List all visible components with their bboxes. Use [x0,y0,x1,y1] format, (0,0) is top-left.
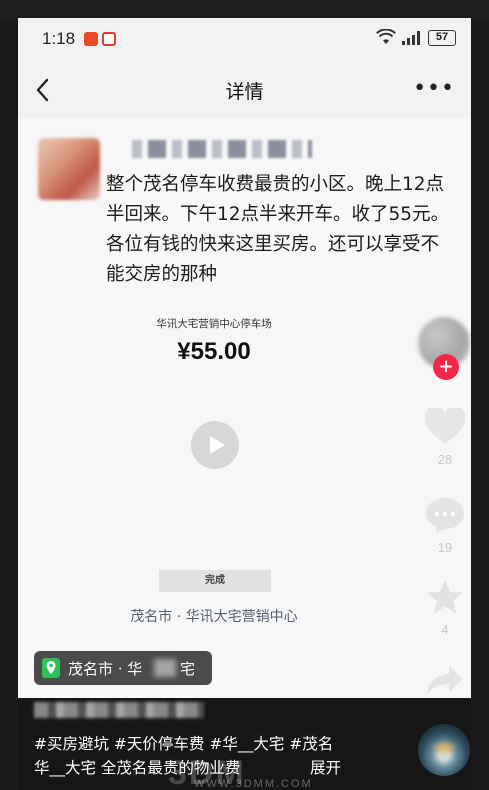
post-content[interactable]: 整个茂名停车收费最贵的小区。晚上12点半回来。下午12点半来开车。收了55元。各… [18,118,471,719]
heart-icon [424,406,466,444]
favorite-button[interactable]: 4 [422,578,468,637]
phone-screen: 1:18 57 详情 ••• 整个茂名停车收费最贵的小区。晚上12点半回来。下午… [18,18,471,790]
top-dark-strip [0,0,489,18]
favorite-count: 4 [441,622,449,637]
receipt-amount: ¥55.00 [177,338,251,365]
receipt-location-line: 茂名市 · 华讯大宅营销中心 [130,609,298,625]
like-count: 28 [437,452,453,467]
notification-app-icon [84,32,98,46]
location-tag-blur [154,659,176,677]
location-tag-tail: 宅 [180,660,196,678]
receipt-status: 完成 [159,570,271,592]
signal-icon [402,31,420,45]
author-avatar[interactable] [38,138,100,200]
wifi-icon [376,29,396,44]
star-icon [427,580,463,614]
page-title: 详情 [225,81,264,103]
more-options-icon[interactable]: ••• [413,76,455,101]
post-caption: 整个茂名停车收费最贵的小区。晚上12点半回来。下午12点半来开车。收了55元。各… [106,174,450,285]
follow-plus-icon[interactable]: + [433,354,459,380]
blurred-author-row [34,702,204,718]
music-disc-icon[interactable] [418,724,470,776]
share-arrow-icon [427,666,463,695]
status-time: 1:18 [42,29,76,48]
comment-count: 19 [437,540,453,555]
notification-red-icon [102,32,116,46]
play-button[interactable] [191,421,239,469]
battery-indicator: 57 [428,30,456,46]
author-name-blurred[interactable] [132,140,312,158]
receipt-venue: 华讯大宅营销中心停车场 [156,318,272,330]
hashtags-line-1[interactable]: #买房避坑 #天价停车费 #华__大宅 #茂名 [34,732,386,756]
like-button[interactable]: 28 [422,406,468,467]
location-tag-label: 茂名市 · 华 [68,660,143,678]
bottom-info-panel: #买房避坑 #天价停车费 #华__大宅 #茂名 华__大宅 全茂名最贵的物业费 … [18,698,471,790]
comment-icon [426,498,464,533]
expand-link[interactable]: 展开 [310,756,341,778]
comment-button[interactable]: 19 [422,496,468,555]
location-pin-icon [42,658,60,678]
location-tag[interactable]: 茂名市 · 华 宅 [34,651,212,685]
status-bar: 1:18 57 [18,18,471,62]
watermark-url: WWW.3DMM.COM [194,778,313,790]
nav-bar: 详情 ••• [18,62,471,118]
